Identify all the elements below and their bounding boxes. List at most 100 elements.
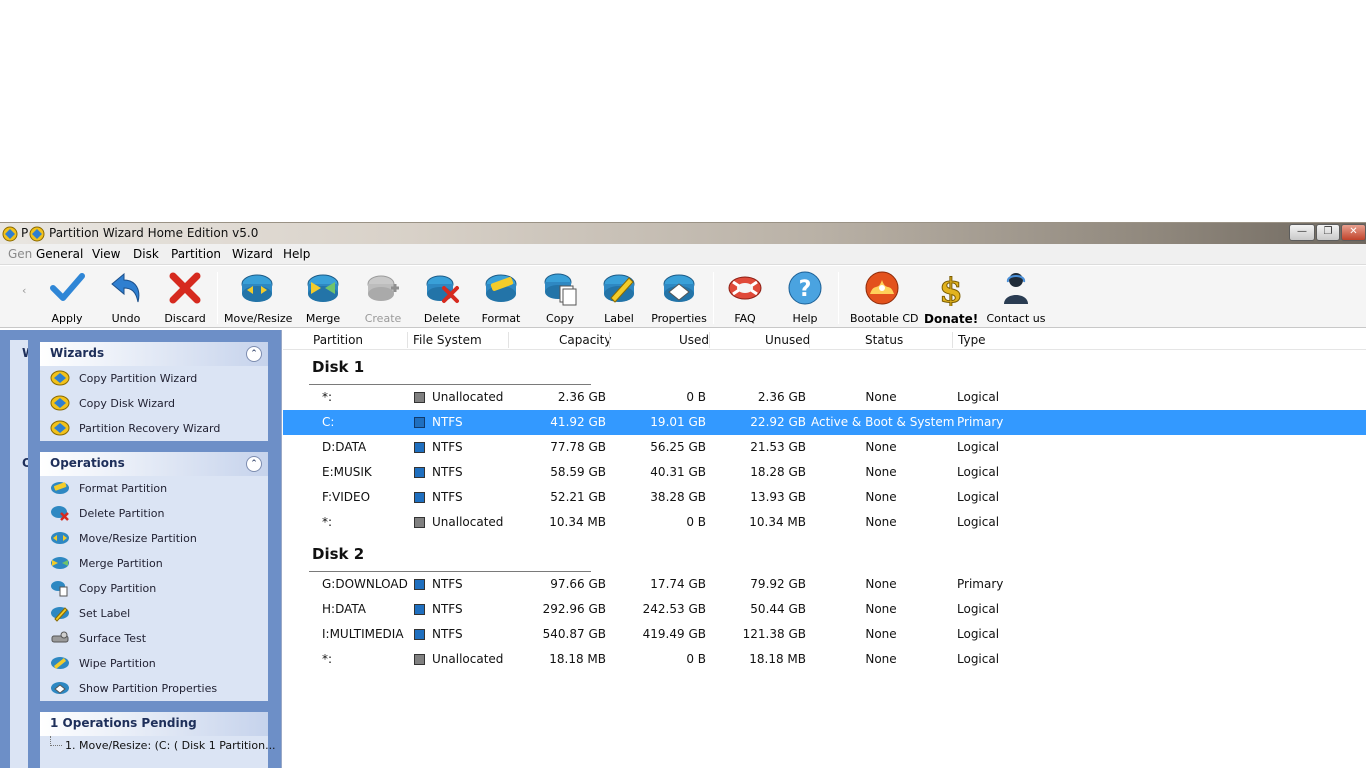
cell-status: None: [865, 490, 897, 504]
table-row[interactable]: C: NTFS 41.92 GB 19.01 GB 22.92 GB Active & B…: [283, 410, 1366, 435]
create-button[interactable]: Create: [360, 270, 406, 326]
cell-type: Logical: [957, 490, 1000, 504]
table-row[interactable]: I:MULTIMEDIA NTFS 540.87 GB 419.49 GB 121.38…: [283, 622, 1366, 647]
toolbar-scroll-left-icon[interactable]: ‹: [22, 284, 26, 297]
column-divider: [709, 332, 710, 348]
pending-operations-panel: 1 Operations Pending 1. Move/Resize: (C:…: [40, 712, 276, 768]
faq-button[interactable]: FAQ: [723, 270, 767, 326]
table-row[interactable]: D:DATA NTFS 77.78 GB 56.25 GB 21.53 GB None Lo…: [283, 435, 1366, 460]
fs-color-icon: [414, 604, 425, 615]
operations-header[interactable]: Operations ⌃: [40, 452, 268, 476]
dollar-icon: $: [939, 271, 964, 307]
merge-disk-icon: [307, 274, 339, 302]
discard-button[interactable]: Discard: [163, 270, 207, 326]
operations-panel: Operations ⌃ Format Partition Delete Par…: [40, 452, 268, 701]
wizard-copy-disk[interactable]: Copy Disk Wizard: [40, 391, 268, 416]
op-move-resize-partition[interactable]: Move/Resize Partition: [40, 526, 268, 551]
undo-arrow-icon: [111, 272, 140, 303]
apply-button[interactable]: Apply: [45, 270, 89, 326]
wizard-partition-recovery[interactable]: Partition Recovery Wizard: [40, 416, 268, 441]
disk-header[interactable]: Disk 2: [312, 545, 364, 563]
column-divider: [609, 332, 610, 348]
collapse-up-icon[interactable]: ⌃: [246, 346, 262, 362]
merge-partition-icon: [51, 557, 69, 569]
cell-partition: H:DATA: [322, 602, 366, 616]
table-row[interactable]: F:VIDEO NTFS 52.21 GB 38.28 GB 13.93 GB None L…: [283, 485, 1366, 510]
table-row[interactable]: H:DATA NTFS 292.96 GB 242.53 GB 50.44 GB None…: [283, 597, 1366, 622]
op-set-label[interactable]: Set Label: [40, 601, 268, 626]
wizards-header[interactable]: Wizards ⌃: [40, 342, 268, 366]
partition-properties-icon: [51, 682, 69, 694]
menu-general[interactable]: General: [36, 247, 83, 261]
table-row[interactable]: *: Unallocated 18.18 MB 0 B 18.18 MB None Logi…: [283, 647, 1366, 672]
checkmark-icon: [50, 273, 85, 301]
menu-disk[interactable]: Disk: [133, 247, 159, 261]
delete-button[interactable]: Delete: [419, 270, 465, 326]
cell-status: None: [865, 652, 897, 666]
cell-file-system: NTFS: [432, 440, 463, 454]
undo-button[interactable]: Undo: [104, 270, 148, 326]
bootable-cd-button[interactable]: Bootable CD: [850, 270, 919, 326]
collapse-up-icon[interactable]: ⌃: [246, 456, 262, 472]
col-file-system[interactable]: File System: [413, 333, 482, 347]
fs-color-icon: [414, 467, 425, 478]
table-row[interactable]: G:DOWNLOAD NTFS 97.66 GB 17.74 GB 79.92 GB No…: [283, 572, 1366, 597]
maximize-button[interactable]: ❐: [1316, 224, 1340, 241]
wizard-copy-partition[interactable]: Copy Partition Wizard: [40, 366, 268, 391]
label-button[interactable]: Label: [596, 270, 642, 326]
cell-capacity: 18.18 MB: [549, 652, 606, 666]
disk-header[interactable]: Disk 1: [312, 358, 364, 376]
fs-color-icon: [414, 392, 425, 403]
pending-item[interactable]: 1. Move/Resize: (C: ( Disk 1 Partition..…: [40, 736, 276, 756]
properties-button[interactable]: Properties: [651, 270, 707, 326]
cell-status: None: [865, 577, 897, 591]
left-panel: Wizards ⌃ Copy Partition Wizard Copy Dis…: [28, 330, 282, 768]
cell-file-system: NTFS: [432, 602, 463, 616]
format-button[interactable]: Format: [478, 270, 524, 326]
table-row[interactable]: E:MUSIK NTFS 58.59 GB 40.31 GB 18.28 GB None L…: [283, 460, 1366, 485]
move-resize-disk-icon: [241, 274, 273, 302]
op-surface-test[interactable]: Surface Test: [40, 626, 268, 651]
cell-status: None: [865, 602, 897, 616]
cell-type: Logical: [957, 652, 1000, 666]
table-row[interactable]: *: Unallocated 2.36 GB 0 B 2.36 GB None Logica…: [283, 385, 1366, 410]
minimize-button[interactable]: —: [1289, 224, 1315, 241]
cell-capacity: 97.66 GB: [550, 577, 606, 591]
fs-color-icon: [414, 629, 425, 640]
cell-file-system: NTFS: [432, 465, 463, 479]
help-button[interactable]: ? Help: [783, 270, 827, 326]
col-used[interactable]: Used: [679, 333, 709, 347]
col-status[interactable]: Status: [865, 333, 903, 347]
cell-capacity: 2.36 GB: [557, 390, 606, 404]
close-button[interactable]: ✕: [1341, 224, 1366, 241]
tree-connector: [50, 736, 62, 746]
op-copy-partition[interactable]: Copy Partition: [40, 576, 268, 601]
menu-help[interactable]: Help: [283, 247, 310, 261]
donate-button[interactable]: $ Donate!: [924, 270, 978, 327]
menu-view[interactable]: View: [92, 247, 120, 261]
col-partition[interactable]: Partition: [313, 333, 363, 347]
cell-unused: 2.36 GB: [757, 390, 806, 404]
op-format-partition[interactable]: Format Partition: [40, 476, 268, 501]
op-delete-partition[interactable]: Delete Partition: [40, 501, 268, 526]
col-capacity[interactable]: Capacity: [559, 333, 611, 347]
label-disk-icon: [603, 274, 635, 303]
cell-used: 0 B: [686, 652, 706, 666]
contact-us-button[interactable]: Contact us: [986, 270, 1046, 326]
op-merge-partition[interactable]: Merge Partition: [40, 551, 268, 576]
menu-wizard[interactable]: Wizard: [232, 247, 273, 261]
cell-partition: *:: [322, 515, 333, 529]
cell-unused: 50.44 GB: [750, 602, 806, 616]
pending-header[interactable]: 1 Operations Pending: [40, 712, 268, 736]
table-row[interactable]: *: Unallocated 10.34 MB 0 B 10.34 MB None Logi…: [283, 510, 1366, 535]
menu-partition[interactable]: Partition: [171, 247, 221, 261]
col-type[interactable]: Type: [958, 333, 986, 347]
merge-button[interactable]: Merge: [300, 270, 346, 326]
format-disk-icon: [485, 274, 517, 302]
op-wipe-partition[interactable]: Wipe Partition: [40, 651, 268, 676]
move-resize-button[interactable]: Move/Resize: [224, 270, 292, 326]
copy-button[interactable]: Copy: [537, 270, 583, 326]
cell-partition: G:DOWNLOAD: [322, 577, 408, 591]
col-unused[interactable]: Unused: [765, 333, 810, 347]
op-show-partition-properties[interactable]: Show Partition Properties: [40, 676, 268, 701]
